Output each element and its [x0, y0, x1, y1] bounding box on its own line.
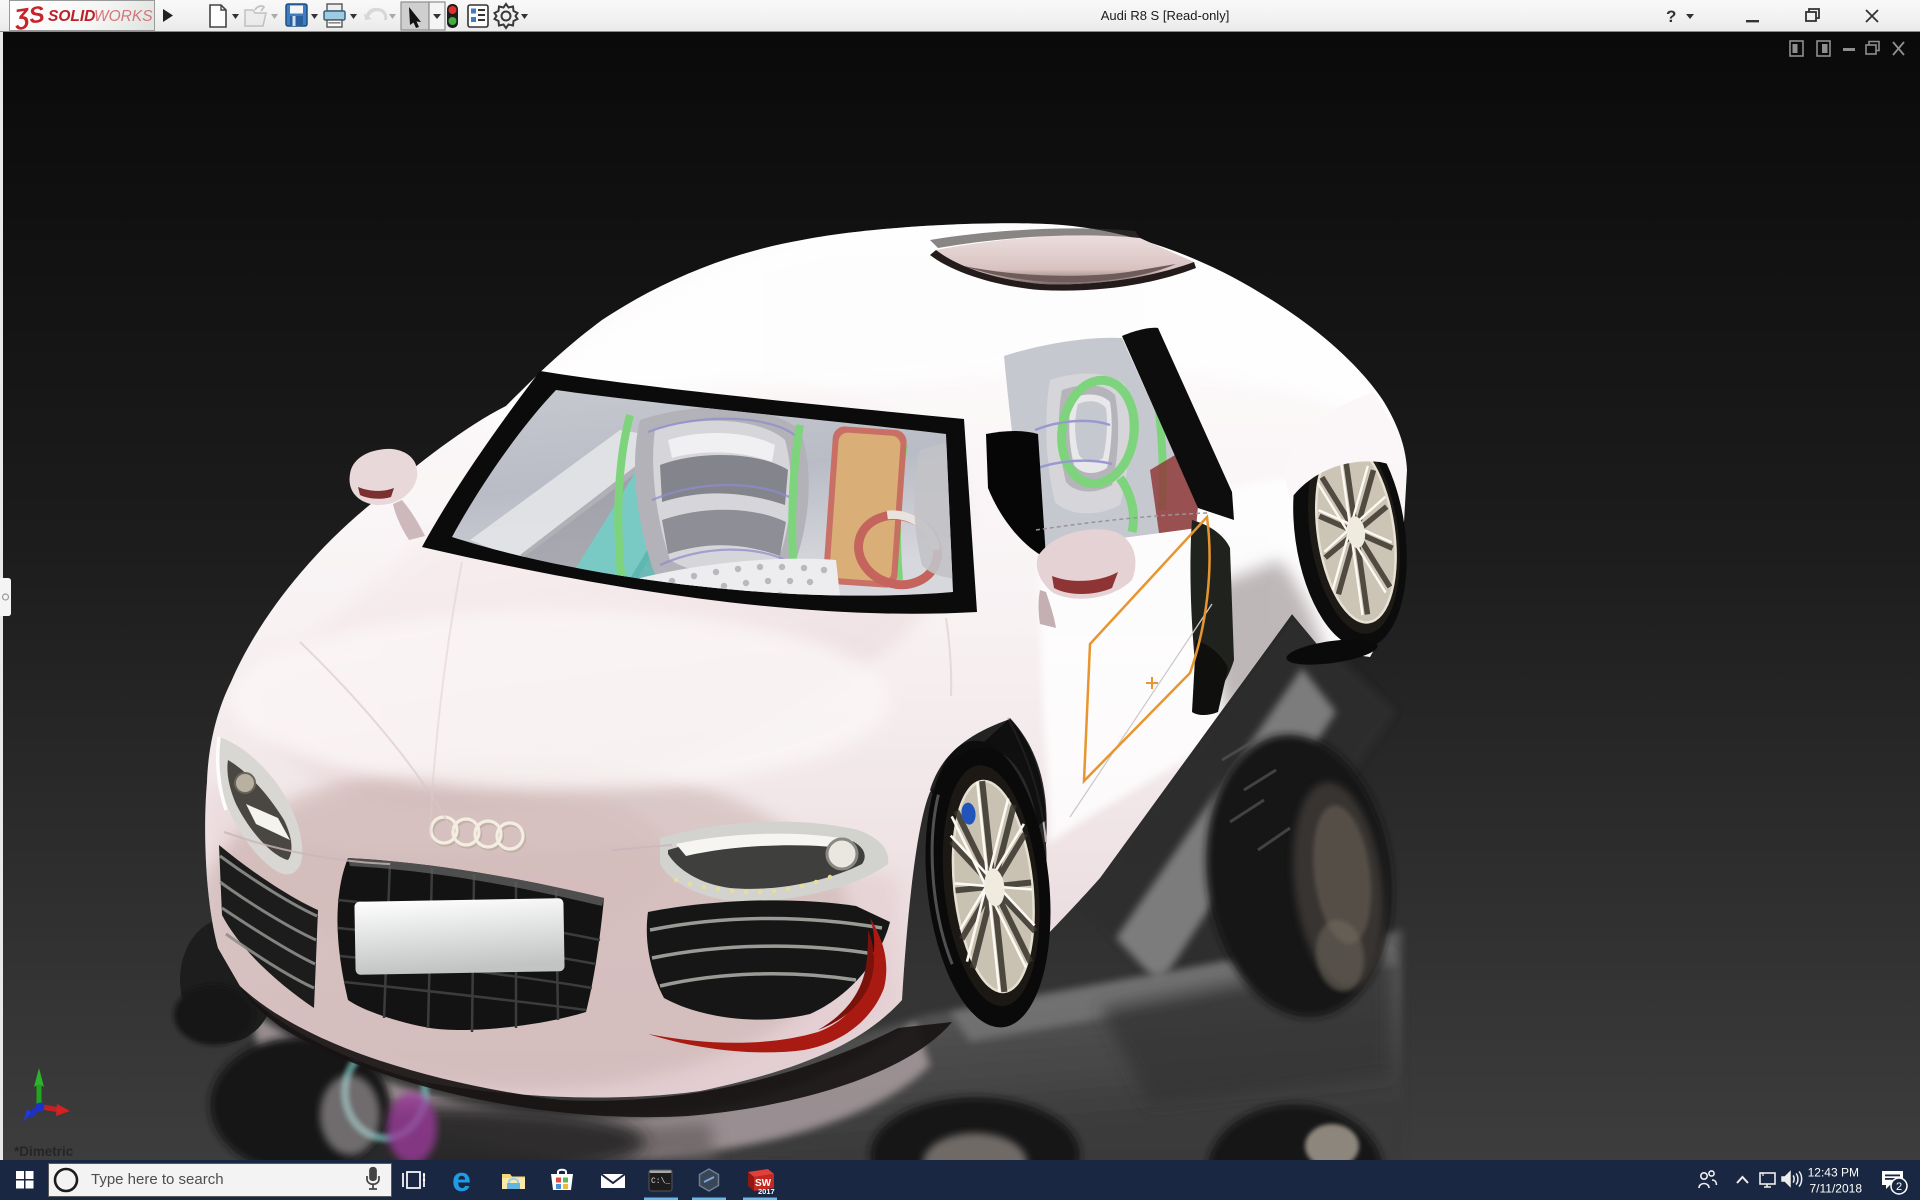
svg-text:2: 2	[1896, 1181, 1902, 1193]
svg-text:e: e	[452, 1161, 471, 1199]
svg-text:*Dimetric: *Dimetric	[14, 1144, 74, 1159]
svg-text:?: ?	[1666, 7, 1676, 26]
svg-text:12:43 PM: 12:43 PM	[1808, 1166, 1859, 1180]
svg-text:ƷS: ƷS	[11, 0, 46, 30]
svg-text:C:\_: C:\_	[651, 1177, 670, 1186]
svg-text:7/11/2018: 7/11/2018	[1810, 1182, 1863, 1196]
svg-text:SOLID: SOLID	[48, 8, 95, 25]
svg-text:2017: 2017	[758, 1187, 775, 1196]
svg-text:WORKS: WORKS	[94, 8, 153, 25]
